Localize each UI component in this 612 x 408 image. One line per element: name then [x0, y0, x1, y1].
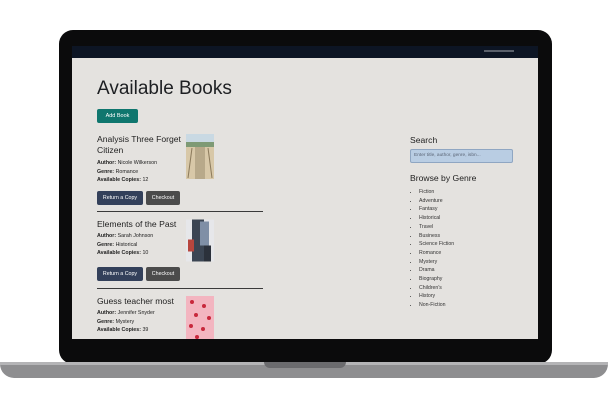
author-value: Nicole Wilkerson [117, 160, 158, 166]
search-heading: Search [410, 135, 438, 145]
genre-link[interactable]: Biography [419, 275, 454, 284]
divider [97, 211, 263, 212]
book-copies: Available Copies: 12 [97, 176, 263, 185]
genre-link[interactable]: History [419, 292, 454, 301]
copies-label: Available Copies: [97, 327, 141, 333]
navbar [72, 46, 538, 58]
return-copy-button[interactable]: Return a Copy [97, 191, 143, 205]
return-copy-button[interactable]: Return a Copy [97, 267, 143, 281]
genre-link[interactable]: Fantasy [419, 205, 454, 214]
genre-link[interactable]: Fiction [419, 188, 454, 197]
genre-link[interactable]: Historical [419, 214, 454, 223]
page-title: Available Books [97, 78, 232, 99]
genre-link[interactable]: Mystery [419, 258, 454, 267]
book-author: Author: Nicole Wilkerson [97, 159, 263, 168]
book-author: Author: Jennifer Snyder [97, 309, 263, 318]
book-cover-image [186, 134, 214, 179]
genre-list: Fiction Adventure Fantasy Historical Tra… [410, 188, 454, 310]
author-label: Author: [97, 310, 117, 316]
author-label: Author: [97, 160, 117, 166]
copies-label: Available Copies: [97, 250, 141, 256]
genre-link[interactable]: Romance [419, 249, 454, 258]
book-card: Elements of the Past Author: Sarah Johns… [97, 219, 263, 281]
book-genre: Genre: Romance [97, 168, 263, 177]
browser-screen: Available Books Add Book Analysis Three … [72, 46, 538, 339]
search-input[interactable]: Enter title, author, genre, isbn... [410, 149, 513, 163]
add-book-button[interactable]: Add Book [97, 109, 138, 123]
checkout-button[interactable]: Checkout [146, 267, 180, 281]
genre-link[interactable]: Children's [419, 284, 454, 293]
copies-value: 10 [142, 250, 149, 256]
genre-label: Genre: [97, 318, 115, 325]
book-cover-image [186, 296, 214, 339]
book-genre: Genre: Historical [97, 241, 263, 250]
book-copies: Available Copies: 39 [97, 326, 263, 335]
genre-label: Genre: [97, 168, 115, 175]
book-cover-image [186, 219, 214, 262]
book-card: Guess teacher most Author: Jennifer Snyd… [97, 296, 263, 339]
genre-link[interactable]: Non-Fiction [419, 301, 454, 310]
book-card: Analysis Three Forget Citizen Author: Ni… [97, 134, 263, 205]
checkout-button[interactable]: Checkout [146, 191, 180, 205]
genre-heading: Browse by Genre [410, 173, 477, 183]
author-label: Author: [97, 233, 117, 239]
divider [97, 288, 263, 289]
book-genre: Genre: Mystery [97, 318, 263, 327]
book-author: Author: Sarah Johnson [97, 232, 263, 241]
book-title[interactable]: Guess teacher most [97, 296, 183, 307]
copies-label: Available Copies: [97, 177, 141, 183]
book-title[interactable]: Elements of the Past [97, 219, 183, 230]
author-value: Sarah Johnson [117, 233, 154, 239]
genre-value: Mystery [115, 318, 135, 325]
genre-value: Historical [115, 241, 138, 248]
genre-link[interactable]: Science Fiction [419, 240, 454, 249]
genre-label: Genre: [97, 241, 115, 248]
book-copies: Available Copies: 10 [97, 249, 263, 258]
genre-link[interactable]: Adventure [419, 197, 454, 206]
book-title[interactable]: Analysis Three Forget Citizen [97, 134, 183, 156]
genre-value: Romance [115, 168, 139, 175]
laptop-notch [264, 362, 346, 368]
genre-link[interactable]: Business [419, 232, 454, 241]
copies-value: 39 [142, 327, 149, 333]
menu-icon[interactable] [484, 50, 514, 52]
genre-link[interactable]: Drama [419, 266, 454, 275]
author-value: Jennifer Snyder [117, 310, 155, 316]
copies-value: 12 [142, 177, 149, 183]
genre-link[interactable]: Travel [419, 223, 454, 232]
